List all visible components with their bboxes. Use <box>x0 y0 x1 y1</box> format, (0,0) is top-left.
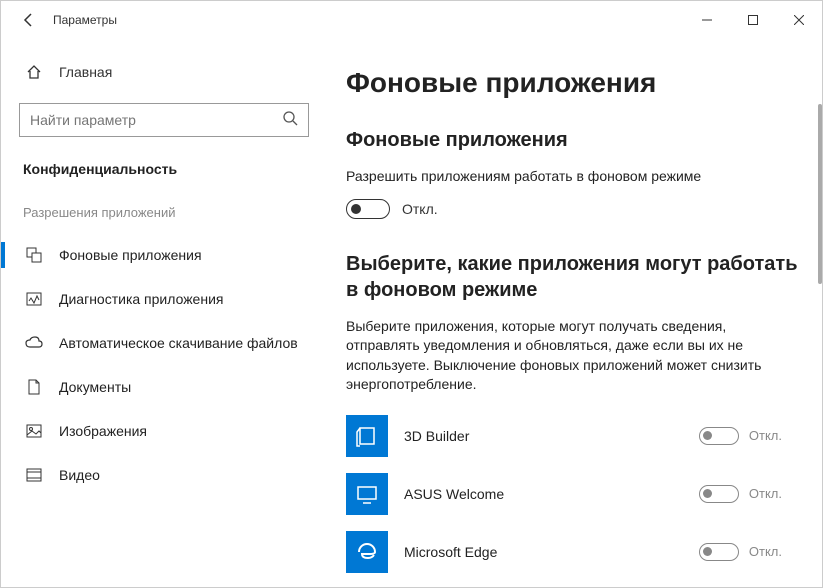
sidebar-item-images[interactable]: Изображения <box>19 412 326 450</box>
sidebar-item-auto-download[interactable]: Автоматическое скачивание файлов <box>19 324 326 362</box>
app-row-microsoft-edge: Microsoft Edge Откл. <box>346 523 802 581</box>
subsection-header: Разрешения приложений <box>23 205 326 220</box>
back-button[interactable] <box>13 4 45 36</box>
app-row-asus-welcome: ASUS Welcome Откл. <box>346 465 802 523</box>
sidebar-item-label: Документы <box>59 379 131 395</box>
titlebar: Параметры <box>1 1 822 39</box>
search-input[interactable] <box>30 112 282 128</box>
home-icon <box>25 63 43 81</box>
app-row-3d-builder: 3D Builder Откл. <box>346 407 802 465</box>
app-toggle-label: Откл. <box>749 544 782 559</box>
close-button[interactable] <box>776 1 822 39</box>
home-label: Главная <box>59 64 112 80</box>
minimize-button[interactable] <box>684 1 730 39</box>
maximize-button[interactable] <box>730 1 776 39</box>
document-icon <box>25 378 43 396</box>
home-nav[interactable]: Главная <box>19 57 326 87</box>
section-2-title: Выберите, какие приложения могут работат… <box>346 251 802 303</box>
app-icon-microsoft-edge <box>346 531 388 573</box>
app-toggle-label: Откл. <box>749 428 782 443</box>
cloud-icon <box>25 334 43 352</box>
scrollbar[interactable] <box>818 104 822 284</box>
search-icon <box>282 110 298 131</box>
app-toggle-label: Откл. <box>749 486 782 501</box>
image-icon <box>25 422 43 440</box>
sidebar-item-documents[interactable]: Документы <box>19 368 326 406</box>
app-toggle-microsoft-edge[interactable] <box>699 543 739 561</box>
main-content: Фоновые приложения Фоновые приложения Ра… <box>326 39 822 587</box>
app-toggle-asus-welcome[interactable] <box>699 485 739 503</box>
section-header: Конфиденциальность <box>19 161 326 177</box>
sidebar-item-app-diagnostics[interactable]: Диагностика приложения <box>19 280 326 318</box>
sidebar: Главная Конфиденциальность Разрешения пр… <box>1 39 326 587</box>
app-name: ASUS Welcome <box>404 486 683 502</box>
app-name: Microsoft Edge <box>404 544 683 560</box>
app-name: 3D Builder <box>404 428 683 444</box>
sidebar-item-video[interactable]: Видео <box>19 456 326 494</box>
sidebar-item-label: Диагностика приложения <box>59 291 223 307</box>
window-controls <box>684 1 822 39</box>
sidebar-item-label: Фоновые приложения <box>59 247 202 263</box>
window-title: Параметры <box>53 13 684 27</box>
master-toggle[interactable] <box>346 199 390 219</box>
app-toggle-3d-builder[interactable] <box>699 427 739 445</box>
sidebar-item-label: Автоматическое скачивание файлов <box>59 335 298 351</box>
app-icon-asus-welcome <box>346 473 388 515</box>
sidebar-item-label: Видео <box>59 467 100 483</box>
master-toggle-label: Откл. <box>402 201 438 217</box>
search-box[interactable] <box>19 103 309 137</box>
page-title: Фоновые приложения <box>346 67 802 99</box>
section-1-desc: Разрешить приложениям работать в фоновом… <box>346 167 766 187</box>
sidebar-item-label: Изображения <box>59 423 147 439</box>
app-icon-3d-builder <box>346 415 388 457</box>
background-apps-icon <box>25 246 43 264</box>
sidebar-item-background-apps[interactable]: Фоновые приложения <box>19 236 326 274</box>
section-1-title: Фоновые приложения <box>346 127 802 153</box>
section-2-desc: Выберите приложения, которые могут получ… <box>346 317 766 395</box>
diagnostics-icon <box>25 290 43 308</box>
video-icon <box>25 466 43 484</box>
